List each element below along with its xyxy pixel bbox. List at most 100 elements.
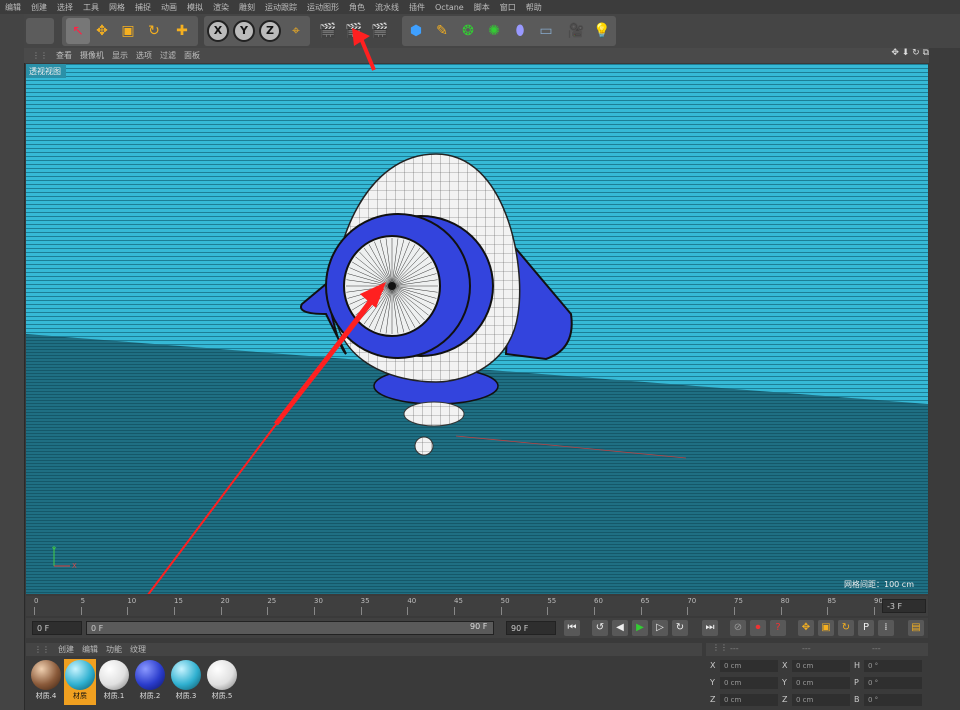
menu-item[interactable]: 创建 bbox=[26, 2, 52, 13]
menu-item[interactable]: 渲染 bbox=[208, 2, 234, 13]
next-frame-icon[interactable]: ▷ bbox=[652, 620, 668, 636]
next-key-icon[interactable]: ↻ bbox=[672, 620, 688, 636]
autokey-icon[interactable]: ⏺ bbox=[750, 620, 766, 636]
material-item[interactable]: 材质.1 bbox=[98, 659, 130, 705]
display-menu[interactable]: 显示 bbox=[112, 50, 128, 61]
menu-item[interactable]: 脚本 bbox=[469, 2, 495, 13]
menu-item[interactable]: 编辑 bbox=[0, 2, 26, 13]
coord-value-field[interactable]: 0 cm bbox=[792, 660, 850, 672]
current-frame-field[interactable]: -3 F bbox=[882, 599, 926, 613]
coord-value-field[interactable]: 0 ° bbox=[864, 677, 922, 689]
coord-row: Z 0 cm Z 0 cm B 0 ° bbox=[706, 692, 928, 708]
camera-icon[interactable]: 🎥 bbox=[564, 18, 588, 44]
y-axis-button[interactable]: Y bbox=[232, 18, 256, 44]
menu-item[interactable]: 网格 bbox=[104, 2, 130, 13]
menu-item[interactable]: 运动图形 bbox=[302, 2, 344, 13]
menu-item[interactable]: 捕捉 bbox=[130, 2, 156, 13]
camera-menu[interactable]: 摄像机 bbox=[80, 50, 104, 61]
material-item[interactable]: 材质.5 bbox=[206, 659, 238, 705]
grid-spacing-label: 网格间距：100 cm bbox=[843, 580, 914, 589]
end-frame-field[interactable]: 90 F bbox=[506, 621, 556, 635]
viewport-nav-icons[interactable]: ✥ ⬇ ↻ ⧉ bbox=[891, 48, 929, 58]
goto-end-icon[interactable]: ⏭ bbox=[702, 620, 718, 636]
coord-value-field[interactable]: 0 cm bbox=[720, 694, 778, 706]
key-position-icon[interactable]: ✥ bbox=[798, 620, 814, 636]
menu-item[interactable]: 角色 bbox=[344, 2, 370, 13]
light-icon[interactable]: 💡 bbox=[590, 18, 614, 44]
keyframe-help-icon[interactable]: ? bbox=[770, 620, 786, 636]
material-preview bbox=[31, 660, 61, 690]
coord-value-field[interactable]: 0 ° bbox=[864, 694, 922, 706]
material-item[interactable]: 材质.3 bbox=[170, 659, 202, 705]
select-tool-icon[interactable]: ↖ bbox=[66, 18, 90, 44]
menu-item[interactable]: 模拟 bbox=[182, 2, 208, 13]
material-menu-create[interactable]: 创建 bbox=[58, 644, 74, 655]
subdivision-icon[interactable]: ❂ bbox=[456, 18, 480, 44]
coord-value-field[interactable]: 0 cm bbox=[720, 677, 778, 689]
menu-item[interactable]: 运动跟踪 bbox=[260, 2, 302, 13]
options-menu[interactable]: 选项 bbox=[136, 50, 152, 61]
timeline-tick-label: 65 bbox=[640, 597, 650, 605]
viewport-label: 透视视图 bbox=[29, 67, 61, 76]
material-item[interactable]: 材质.4 bbox=[30, 659, 62, 705]
menu-item[interactable]: Octane bbox=[430, 3, 469, 12]
coord-value-field[interactable]: 0 cm bbox=[792, 677, 850, 689]
material-label: 材质.3 bbox=[175, 692, 197, 700]
render-view-icon[interactable]: 🎬 bbox=[316, 18, 340, 44]
menu-item[interactable]: 插件 bbox=[404, 2, 430, 13]
undo-button[interactable] bbox=[26, 18, 54, 44]
menu-item[interactable]: 选择 bbox=[52, 2, 78, 13]
material-menu-edit[interactable]: 编辑 bbox=[82, 644, 98, 655]
key-parameter-icon[interactable]: P bbox=[858, 620, 874, 636]
grip-icon: ⋮⋮ bbox=[34, 645, 50, 654]
coord-value-field[interactable]: 0 cm bbox=[792, 694, 850, 706]
key-rotation-icon[interactable]: ↻ bbox=[838, 620, 854, 636]
coordinate-system-icon[interactable]: ⌖ bbox=[284, 18, 308, 44]
material-item[interactable]: 材质.2 bbox=[134, 659, 166, 705]
key-pla-icon[interactable]: ⁞ bbox=[878, 620, 894, 636]
coord-value-field[interactable]: 0 ° bbox=[864, 660, 922, 672]
move-tool-icon[interactable]: ✥ bbox=[90, 18, 114, 44]
goto-start-icon[interactable]: ⏮ bbox=[564, 620, 580, 636]
panel-menu[interactable]: 面板 bbox=[184, 50, 200, 61]
deformer-icon[interactable]: ⬮ bbox=[508, 18, 532, 44]
material-label: 材质.1 bbox=[103, 692, 125, 700]
filter-menu[interactable]: 过滤 bbox=[160, 50, 176, 61]
menu-item[interactable]: 帮助 bbox=[521, 2, 547, 13]
perspective-viewport[interactable]: 透视视图 Y X 网格间距：100 cm bbox=[26, 64, 928, 594]
timeline-tick-label: 5 bbox=[80, 597, 86, 605]
view-menu[interactable]: 查看 bbox=[56, 50, 72, 61]
key-scale-icon[interactable]: ▣ bbox=[818, 620, 834, 636]
menu-item[interactable]: 动画 bbox=[156, 2, 182, 13]
prev-key-icon[interactable]: ↺ bbox=[592, 620, 608, 636]
timeline-tick-mark bbox=[220, 607, 222, 615]
frame-range-slider[interactable]: 0 F bbox=[86, 621, 494, 635]
coord-label: X bbox=[782, 661, 788, 670]
start-frame-field[interactable]: 0 F bbox=[32, 621, 82, 635]
record-key-icon[interactable]: ⊘ bbox=[730, 620, 746, 636]
material-menu-texture[interactable]: 纹理 bbox=[130, 644, 146, 655]
material-preview bbox=[99, 660, 129, 690]
timeline-window-icon[interactable]: ▤ bbox=[908, 620, 924, 636]
menu-item[interactable]: 工具 bbox=[78, 2, 104, 13]
prev-frame-icon[interactable]: ◀ bbox=[612, 620, 628, 636]
coord-value-field[interactable]: 0 cm bbox=[720, 660, 778, 672]
menu-item[interactable]: 窗口 bbox=[495, 2, 521, 13]
scale-tool-icon[interactable]: ▣ bbox=[116, 18, 140, 44]
timeline-ruler[interactable]: 0 5 10 15 20 25 30 35 40 45 50 55 60 65 70 75 80 85 90 -3 … bbox=[26, 596, 928, 616]
cloner-icon[interactable]: ✺ bbox=[482, 18, 506, 44]
menu-item[interactable]: 雕刻 bbox=[234, 2, 260, 13]
floor-icon[interactable]: ▭ bbox=[534, 18, 558, 44]
exhaust-puff bbox=[414, 436, 434, 456]
add-tool-icon[interactable]: ✚ bbox=[170, 18, 194, 44]
play-icon[interactable]: ▶ bbox=[632, 620, 648, 636]
rotate-tool-icon[interactable]: ↻ bbox=[142, 18, 166, 44]
x-axis-button[interactable]: X bbox=[206, 18, 230, 44]
z-axis-button[interactable]: Z bbox=[258, 18, 282, 44]
menu-item[interactable]: 流水线 bbox=[370, 2, 404, 13]
material-item[interactable]: 材质 bbox=[64, 659, 96, 705]
material-menu-function[interactable]: 功能 bbox=[106, 644, 122, 655]
timeline-tick-mark bbox=[640, 607, 642, 615]
pen-spline-icon[interactable]: ✎ bbox=[430, 18, 454, 44]
cube-icon[interactable]: ⬢ bbox=[404, 18, 428, 44]
